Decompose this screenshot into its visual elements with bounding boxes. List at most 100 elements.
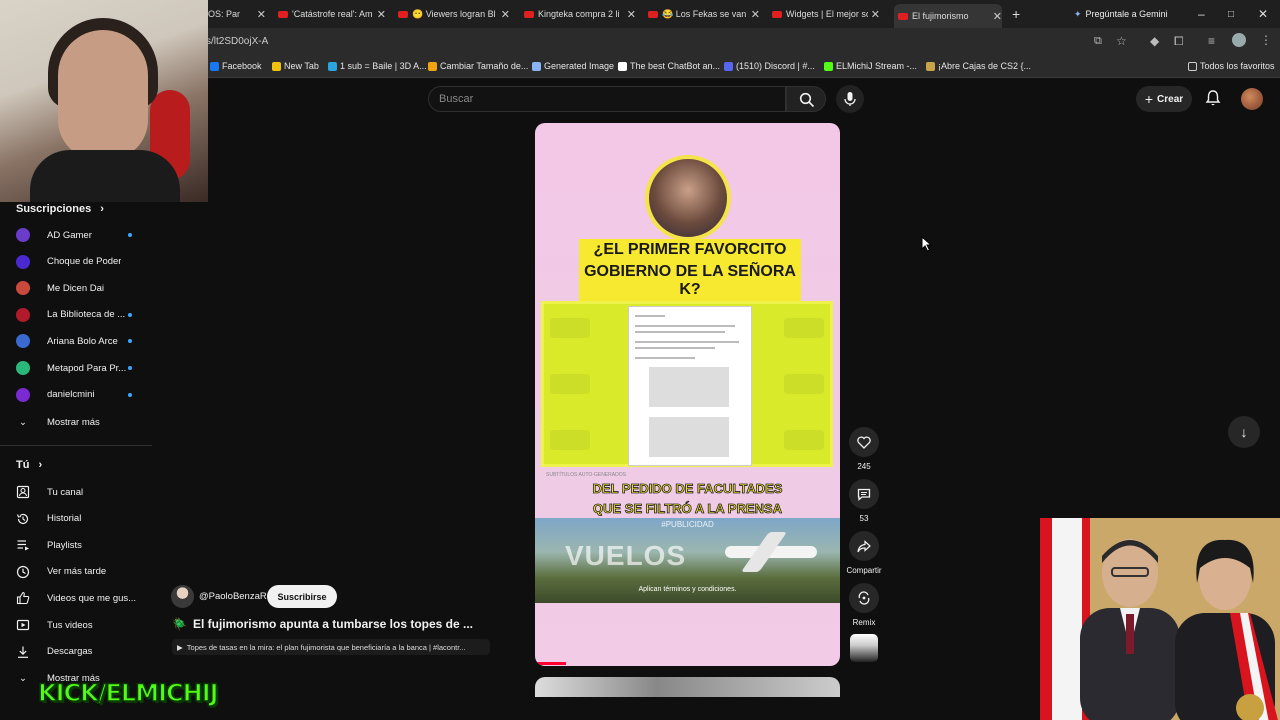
close-tab-icon[interactable]: ✕ (501, 8, 510, 21)
browser-tab[interactable]: Kingteka compra 2 li ✕ (524, 4, 636, 24)
sidebar-item-download[interactable]: Descargas (16, 642, 146, 662)
you-title[interactable]: Tú › (16, 459, 42, 471)
close-tab-icon[interactable]: ✕ (993, 10, 1002, 23)
extension-icon[interactable]: ◆ (1150, 34, 1159, 48)
sidebar-item-video[interactable]: Tus videos (16, 615, 146, 635)
close-tab-icon[interactable]: ✕ (627, 8, 636, 21)
bookmark-item[interactable]: ¡Abre Cajas de CS2 {... (926, 61, 1031, 71)
subscriptions-label: Suscripciones (16, 203, 92, 215)
sidebar-divider (0, 445, 152, 446)
user-avatar[interactable] (1241, 88, 1263, 110)
browser-tab[interactable]: 😶 Viewers logran Bl ✕ (398, 4, 510, 24)
bookmark-label: (1510) Discord | #... (736, 61, 815, 71)
search-input[interactable]: Buscar (428, 86, 786, 112)
thumbs-up-icon (16, 591, 30, 605)
sidebar-item-clock[interactable]: Ver más tarde (16, 562, 146, 582)
subscription-label: Metapod Para Pr... (47, 362, 127, 374)
notifications-bell-icon[interactable] (1204, 89, 1222, 107)
channel-name[interactable]: @PaoloBenzaR (199, 591, 267, 602)
next-short-preview[interactable] (535, 677, 840, 697)
bookmark-label: ¡Abre Cajas de CS2 {... (938, 61, 1032, 71)
sidebar-item-label: Historial (47, 513, 82, 525)
search-button[interactable] (786, 86, 826, 112)
chevron-right-icon: › (38, 459, 43, 471)
browser-tab-label: OS: Panch (208, 9, 240, 19)
download-icon (16, 645, 30, 659)
new-tab-button[interactable]: + (1012, 4, 1020, 24)
youtube-favicon-icon (648, 10, 658, 18)
subscribe-button[interactable]: Suscribirse (267, 585, 337, 608)
ad-banner[interactable]: #PUBLICIDAD VUELOS Aplican términos y co… (535, 518, 840, 603)
portrait-image (645, 155, 731, 241)
media-icon[interactable]: ≡ (1208, 34, 1215, 48)
bookmark-item[interactable]: Facebook (210, 61, 262, 71)
browser-tab[interactable]: Widgets | El mejor sc ✕ (772, 4, 880, 24)
bookmark-item[interactable]: New Tab (272, 61, 319, 71)
bookmark-item[interactable]: (1510) Discord | #... (724, 61, 815, 71)
subscription-item[interactable]: La Biblioteca de ... (16, 305, 146, 325)
all-bookmarks-label: Todos los favoritos (1200, 61, 1275, 71)
subscription-item[interactable]: Choque de Poder (16, 252, 146, 272)
bookmark-item[interactable]: Generated Image (532, 61, 614, 71)
bookmark-item[interactable]: The best ChatBot an... (618, 61, 720, 71)
like-button[interactable] (849, 427, 879, 457)
sidebar-item-label: Descargas (47, 646, 93, 658)
subscription-label: AD Gamer (47, 229, 92, 241)
sidebar-item-channel[interactable]: Tu canal (16, 482, 146, 502)
create-label: Crear (1157, 93, 1184, 105)
install-icon[interactable]: ⧉ (1094, 35, 1102, 48)
all-bookmarks[interactable]: Todos los favoritos (1188, 61, 1275, 71)
puzzle-icon[interactable]: ⧠ (1174, 34, 1184, 49)
bookmark-item[interactable]: Cambiar Tamaño de... (428, 61, 528, 71)
video-title[interactable]: 🪲 El fujimorismo apunta a tumbarse los to… (172, 617, 473, 631)
menu-icon[interactable]: ⋮ (1260, 33, 1272, 47)
create-button[interactable]: + Crear (1136, 86, 1192, 112)
browser-tab[interactable]: OS: Panch ✕ (208, 4, 266, 24)
share-button[interactable] (849, 531, 879, 561)
next-video-button[interactable]: ↓ (1228, 416, 1260, 448)
close-tab-icon[interactable]: ✕ (871, 8, 880, 21)
maximize-button[interactable]: □ (1228, 4, 1234, 24)
bookmark-label: New Tab (284, 61, 319, 71)
subscription-item[interactable]: Me Dicen Dai (16, 278, 146, 298)
close-window-button[interactable]: ✕ (1258, 4, 1268, 24)
channel-avatar[interactable] (171, 585, 194, 608)
browser-tab[interactable]: El fujimorismo ✕ (894, 4, 1002, 28)
close-tab-icon[interactable]: ✕ (257, 8, 266, 21)
related-video-link[interactable]: ▶ Topes de tasas en la mira: el plan fuj… (172, 639, 490, 655)
subscriptions-title[interactable]: Suscripciones › (16, 203, 104, 215)
channel-avatar-icon (16, 307, 30, 322)
remix-button[interactable] (849, 583, 879, 613)
subscription-item[interactable]: danielcmini (16, 385, 146, 405)
comments-button[interactable] (849, 479, 879, 509)
sidebar-item-playlists[interactable]: Playlists (16, 535, 146, 555)
playlists-icon (16, 538, 30, 552)
close-tab-icon[interactable]: ✕ (377, 8, 386, 21)
play-icon: ▶ (177, 642, 183, 652)
bookmark-label: Facebook (222, 61, 262, 71)
url-text[interactable]: s/lt2SD0ojX-A (206, 36, 268, 47)
voice-search-button[interactable] (836, 85, 864, 113)
audio-source-thumbnail[interactable] (850, 634, 878, 662)
subscription-item[interactable]: AD Gamer (16, 225, 146, 245)
browser-tab[interactable]: 'Catástrofe real': Am ✕ (278, 4, 386, 24)
subscription-item[interactable]: Ariana Bolo Arce (16, 331, 146, 351)
channel-avatar-icon (16, 387, 30, 402)
profile-icon[interactable] (1232, 33, 1246, 47)
gemini-button[interactable]: ✦ Pregúntale a Gemini (1074, 4, 1168, 24)
ad-terms: Aplican términos y condiciones. (638, 586, 737, 593)
close-tab-icon[interactable]: ✕ (751, 8, 760, 21)
sidebar-item-history[interactable]: Historial (16, 509, 146, 529)
bookmark-item[interactable]: ELMichiJ Stream -... (824, 61, 917, 71)
bookmark-favicon-icon (532, 61, 541, 71)
browser-tab[interactable]: 😂 Los Fekas se van a ✕ (648, 4, 760, 24)
star-icon[interactable]: ☆ (1116, 34, 1127, 48)
subscription-item[interactable]: Metapod Para Pr... (16, 358, 146, 378)
sidebar-item-thumbs-up[interactable]: Videos que me gus... (16, 588, 146, 608)
progress-bar[interactable] (535, 662, 566, 665)
minimize-button[interactable]: – (1198, 4, 1205, 24)
bookmark-item[interactable]: 1 sub = Baile | 3D A... (328, 61, 427, 71)
bookmark-favicon-icon (618, 61, 627, 71)
short-video-player[interactable]: ¿EL PRIMER FAVORCITO DEL GOBIERNO DE LA … (535, 123, 840, 666)
show-more-subscriptions[interactable]: ⌄ Mostrar más (16, 412, 146, 432)
